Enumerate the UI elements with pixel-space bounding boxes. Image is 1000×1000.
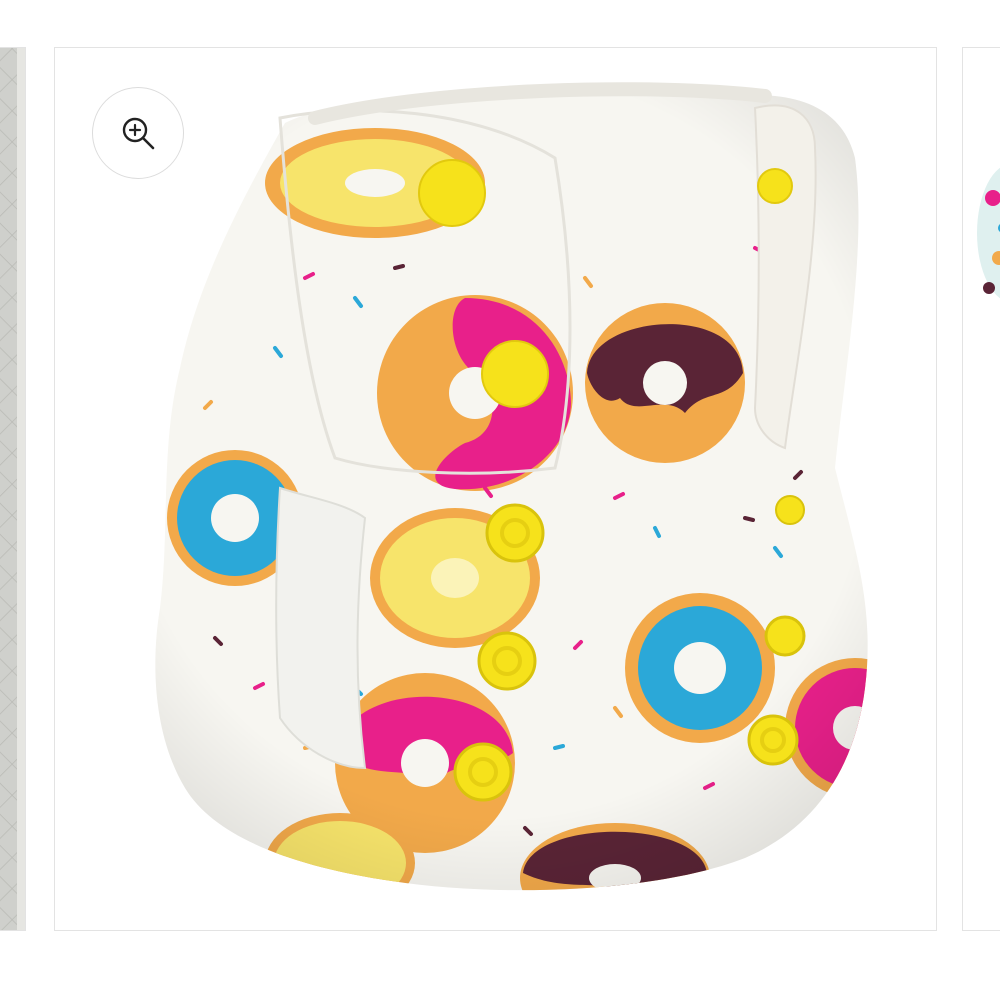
next-slide[interactable] xyxy=(962,47,1000,931)
product-image-carousel xyxy=(0,0,1000,1000)
zoom-button[interactable] xyxy=(92,87,184,179)
zoom-in-icon xyxy=(122,117,155,150)
previous-slide[interactable] xyxy=(0,47,26,931)
main-slide[interactable] xyxy=(54,47,937,931)
floral-diaper-thumbnail xyxy=(977,167,1000,299)
donut-print-diaper-image xyxy=(155,82,868,891)
quilted-fabric-thumbnail xyxy=(0,48,25,930)
